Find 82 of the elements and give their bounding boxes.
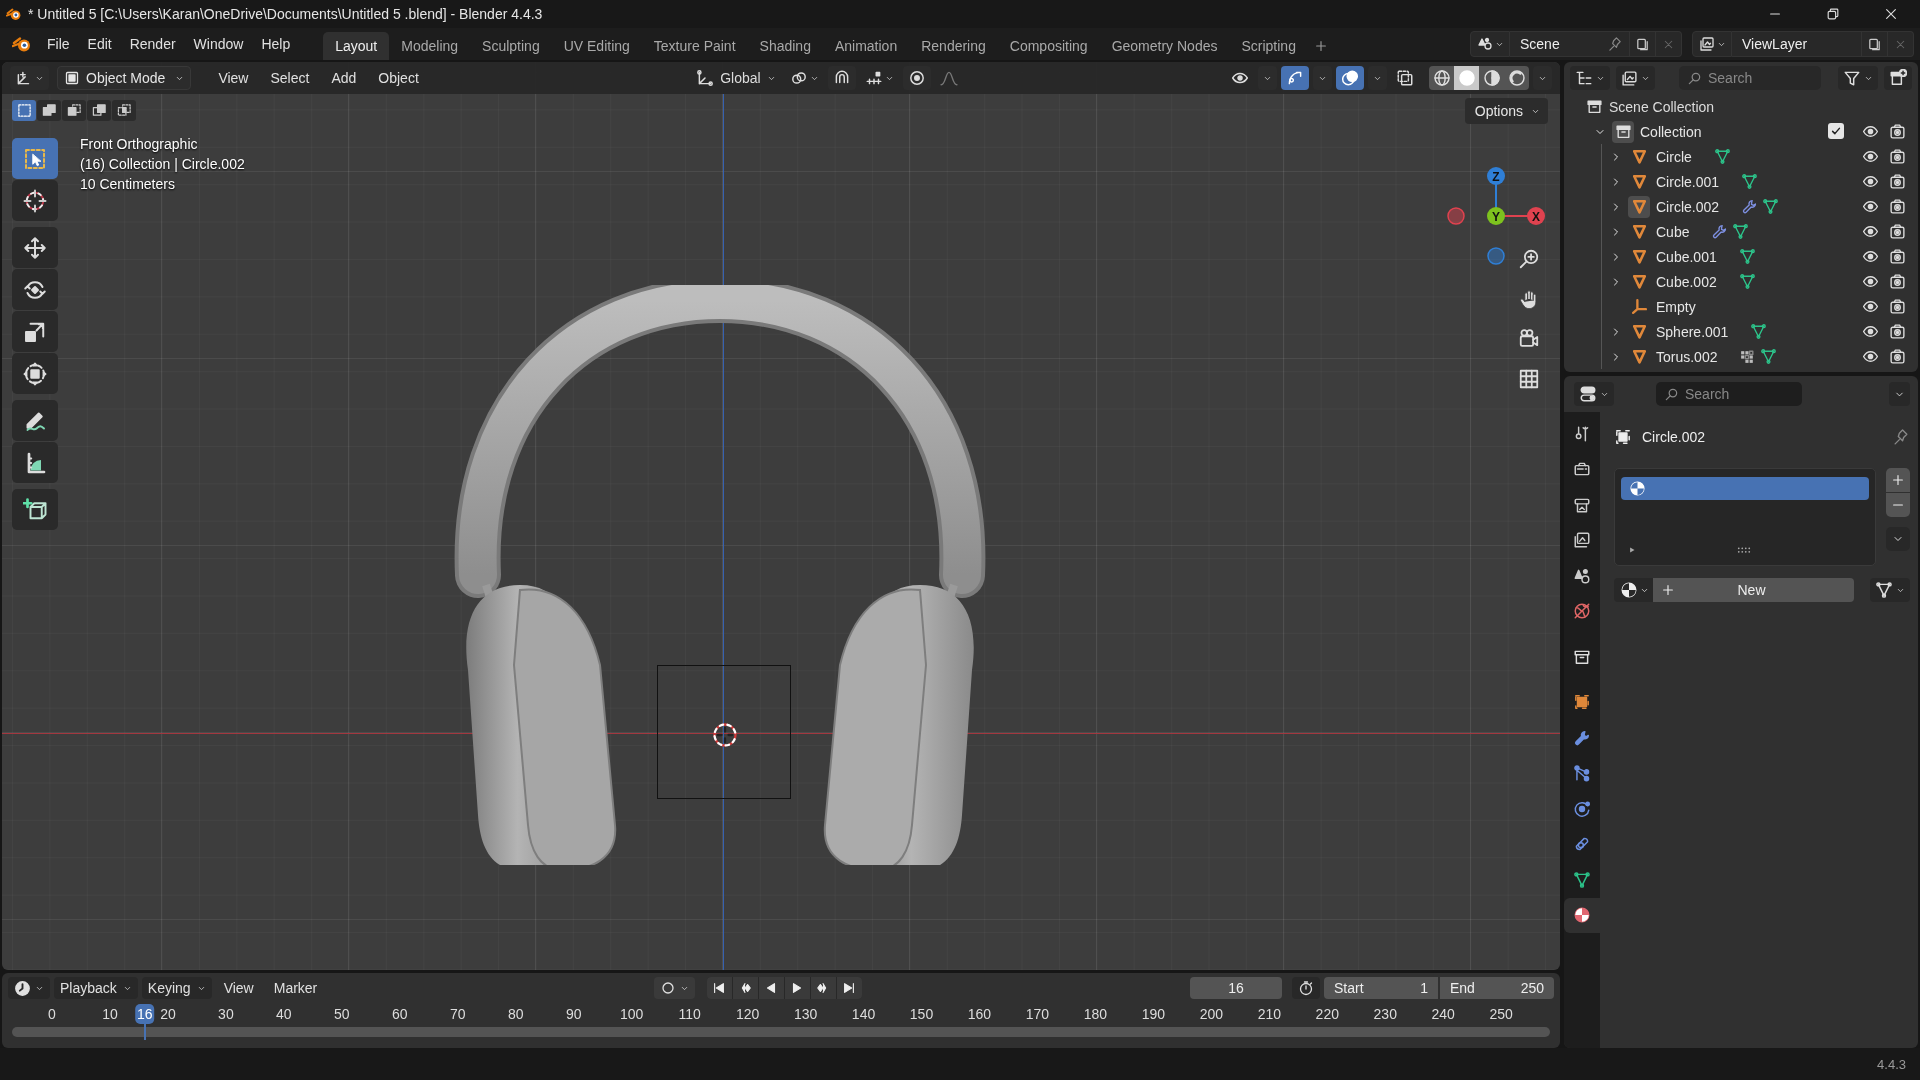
- viewport-info-text: Front Orthographic: [80, 136, 199, 152]
- workspace-tab[interactable]: Shading: [747, 32, 823, 60]
- outliner-item[interactable]: Circle.002: [1656, 198, 1720, 215]
- frame-number: 180: [1083, 1005, 1108, 1024]
- menu-item[interactable]: Object: [369, 70, 428, 86]
- current-frame-field[interactable]: 16: [1190, 977, 1282, 999]
- frame-number: 100: [620, 1005, 644, 1024]
- workspace-tab[interactable]: Texture Paint: [641, 32, 748, 60]
- playhead[interactable]: 16: [134, 1004, 155, 1024]
- workspace-tab[interactable]: Rendering: [909, 32, 998, 60]
- frame-number: 80: [507, 1005, 524, 1024]
- orientation-dropdown[interactable]: Global: [691, 66, 781, 90]
- frame-number: 200: [1199, 1005, 1224, 1024]
- options-dropdown[interactable]: Options: [1464, 98, 1548, 124]
- start-frame-field[interactable]: Start 1: [1324, 977, 1438, 999]
- object-name: Circle.002: [1642, 429, 1706, 445]
- menu-item[interactable]: View: [209, 70, 258, 86]
- workspace-tab[interactable]: Sculpting: [470, 32, 552, 60]
- frame-number: 60: [392, 1005, 408, 1024]
- window-title: * Untitled 5 [C:\Users\Karan\OneDrive\Documents\Untitled 5 .blend] - Blender 4.4.3: [28, 6, 543, 22]
- frame-number: 40: [276, 1005, 292, 1024]
- menu-item[interactable]: Edit: [78, 32, 121, 56]
- outliner-item[interactable]: Torus.002: [1656, 348, 1718, 365]
- frame-number: 110: [678, 1005, 701, 1024]
- frame-number: 130: [793, 1005, 818, 1024]
- menu-item[interactable]: Select: [261, 70, 319, 86]
- viewport-info-text: 10 Centimeters: [80, 176, 176, 192]
- menu-item[interactable]: Window: [184, 32, 253, 56]
- frame-number: 140: [851, 1005, 876, 1024]
- menu-item[interactable]: File: [38, 32, 79, 56]
- frame-number: 50: [334, 1005, 350, 1024]
- frame-number: 70: [449, 1005, 466, 1024]
- workspace-tab[interactable]: Modeling: [389, 32, 471, 60]
- workspace-tab[interactable]: Scripting: [1229, 32, 1308, 60]
- search-field[interactable]: Search: [1679, 66, 1821, 90]
- viewport-info-text: (16) Collection | Circle.002: [80, 156, 245, 172]
- workspace-tab[interactable]: Geometry Nodes: [1099, 32, 1230, 60]
- frame-number: 230: [1373, 1005, 1397, 1024]
- version-label: 4.4.3: [1877, 1056, 1906, 1072]
- workspace-tab[interactable]: UV Editing: [551, 32, 642, 60]
- outliner-item[interactable]: Cube.001: [1656, 248, 1717, 265]
- outliner-item[interactable]: Cube.002: [1656, 273, 1717, 290]
- frame-number: 160: [967, 1005, 992, 1024]
- frame-number: 240: [1431, 1005, 1455, 1024]
- frame-number: 220: [1315, 1005, 1339, 1024]
- view-layer-name-field[interactable]: ViewLayer: [1732, 31, 1862, 57]
- axis-handle[interactable]: Y: [1487, 207, 1505, 225]
- frame-number: 90: [565, 1005, 582, 1024]
- menu-item[interactable]: Render: [120, 32, 185, 56]
- frame-number: 30: [218, 1005, 234, 1024]
- outliner-item[interactable]: Scene Collection: [1609, 98, 1715, 115]
- scene-name-field[interactable]: Scene: [1510, 31, 1630, 57]
- axis-handle[interactable]: Z: [1487, 167, 1505, 185]
- outliner-item[interactable]: Circle: [1656, 148, 1692, 165]
- workspace-tab[interactable]: Animation: [822, 32, 910, 60]
- frame-number: 210: [1257, 1005, 1281, 1024]
- mode-dropdown[interactable]: Object Mode: [57, 66, 192, 90]
- frame-number: 120: [735, 1005, 760, 1024]
- frame-number: 0: [48, 1005, 56, 1024]
- frame-number: 170: [1025, 1005, 1050, 1024]
- frame-number: 20: [160, 1005, 176, 1024]
- end-frame-field[interactable]: End 250: [1440, 977, 1554, 999]
- outliner-item[interactable]: Circle.001: [1656, 173, 1720, 190]
- outliner-item[interactable]: Sphere.001: [1656, 323, 1729, 340]
- workspace-tab[interactable]: Layout: [323, 32, 390, 60]
- outliner-item[interactable]: Cube: [1656, 223, 1690, 240]
- axis-handle[interactable]: X: [1527, 207, 1545, 225]
- menu-dropdown[interactable]: Keying: [141, 977, 212, 999]
- workspace-tab[interactable]: Compositing: [997, 32, 1100, 60]
- frame-number: 150: [909, 1005, 934, 1024]
- search-field[interactable]: Search: [1656, 382, 1802, 406]
- menu-item[interactable]: Add: [322, 70, 366, 86]
- menu-item[interactable]: Help: [252, 32, 300, 56]
- menu-item[interactable]: View: [215, 980, 262, 996]
- outliner-item[interactable]: Collection: [1640, 123, 1702, 140]
- frame-number: 10: [102, 1005, 118, 1024]
- frame-number: 190: [1141, 1005, 1166, 1024]
- outliner-item[interactable]: Empty: [1656, 298, 1696, 315]
- new-material-button[interactable]: New: [1653, 578, 1854, 602]
- frame-number: 250: [1489, 1005, 1513, 1024]
- menu-dropdown[interactable]: Playback: [54, 977, 138, 999]
- menu-item[interactable]: Marker: [265, 980, 326, 996]
